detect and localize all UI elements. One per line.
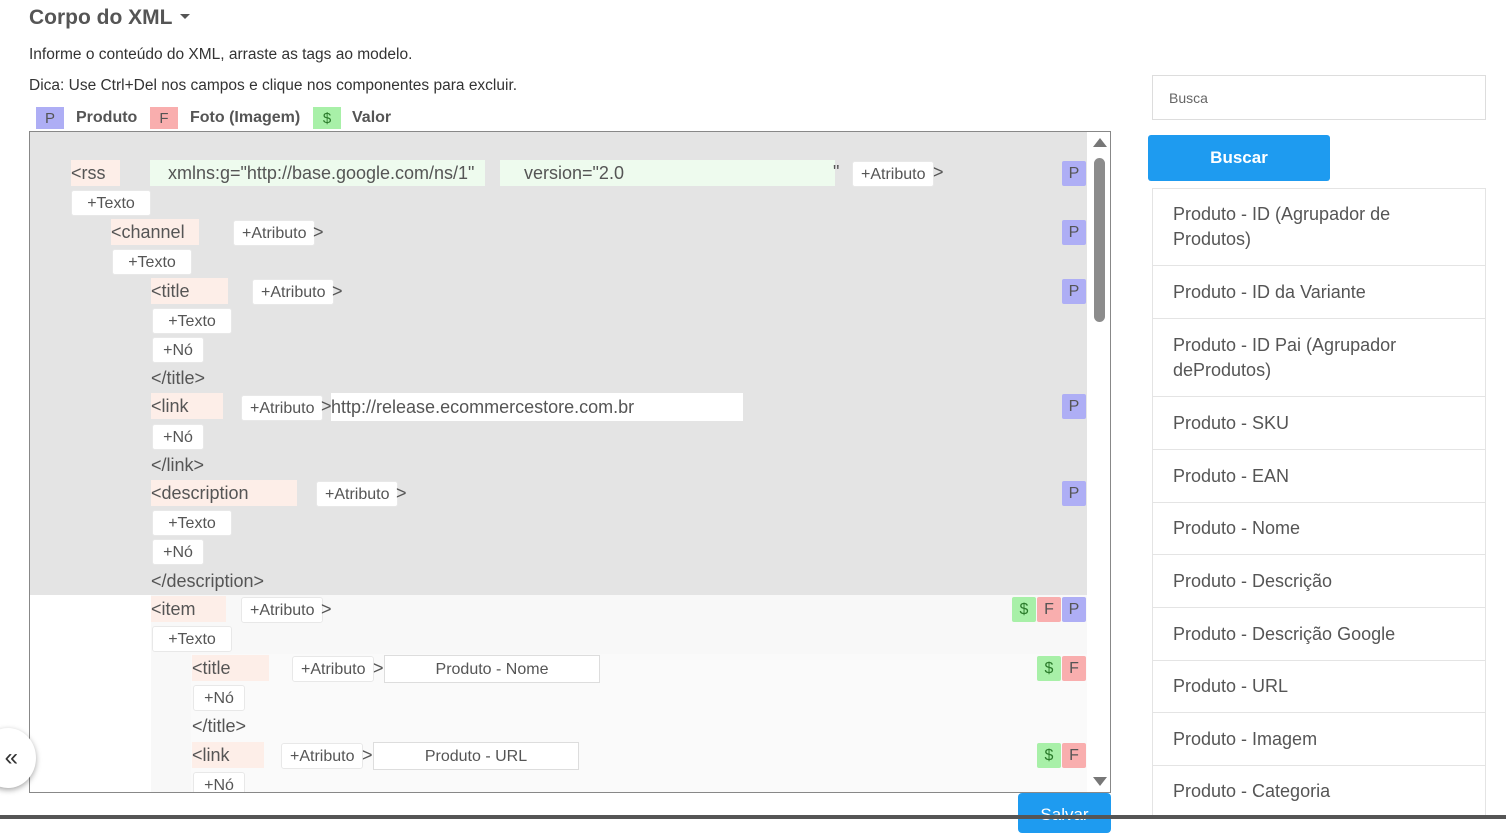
link-add-node-button[interactable]: +Nó <box>152 424 204 450</box>
rss-attr-xmlns[interactable]: xmlns:g="http://base.google.com/ns/1" <box>150 160 485 186</box>
link-value-field[interactable]: http://release.ecommercestore.com.br <box>331 393 743 421</box>
item-link-tag[interactable]: <link <box>192 742 268 768</box>
rss-attr-version[interactable]: version="2.0 <box>500 160 835 186</box>
item-link-add-node-button[interactable]: +Nó <box>193 772 245 792</box>
item-link-foto-badge[interactable]: F <box>1062 743 1086 768</box>
legend-foto-badge: F <box>150 107 178 129</box>
hint-text: Dica: Use Ctrl+Del nos campos e clique n… <box>29 77 518 94</box>
title-tag[interactable]: <title <box>151 278 232 304</box>
item-add-text-button[interactable]: +Texto <box>152 626 232 652</box>
list-item[interactable]: Produto - Nome <box>1152 503 1486 555</box>
title-add-text-button[interactable]: +Texto <box>152 308 232 334</box>
item-title-gt: > <box>373 658 384 678</box>
link-close-tag: </link> <box>151 455 205 475</box>
link-gt: > <box>321 396 332 416</box>
item-tag[interactable]: <item <box>151 596 230 622</box>
item-link-valor-badge[interactable]: $ <box>1037 743 1061 768</box>
description-tag[interactable]: <description <box>151 480 301 506</box>
rss-quote: " <box>833 162 840 182</box>
title-close-tag: </title> <box>151 368 206 388</box>
link-tag[interactable]: <link <box>151 393 227 419</box>
caret-down-icon[interactable] <box>180 13 191 19</box>
title-produto-badge[interactable]: P <box>1062 279 1086 304</box>
item-title-value-field[interactable]: Produto - Nome <box>384 655 600 683</box>
save-button[interactable]: Salvar <box>1018 793 1111 833</box>
description-produto-badge[interactable]: P <box>1062 481 1086 506</box>
list-item[interactable]: Produto - Descrição Google <box>1152 608 1486 661</box>
rss-produto-badge[interactable]: P <box>1062 161 1086 186</box>
item-produto-badge[interactable]: P <box>1062 597 1086 622</box>
legend-foto-label: Foto (Imagem) <box>190 109 301 126</box>
info-text: Informe o conteúdo do XML, arraste as ta… <box>29 46 413 63</box>
channel-produto-badge[interactable]: P <box>1062 220 1086 245</box>
item-foto-badge[interactable]: F <box>1037 597 1061 622</box>
list-item[interactable]: Produto - Descrição <box>1152 555 1486 608</box>
item-title-add-attribute-button[interactable]: +Atributo <box>292 656 375 682</box>
rss-gt: > <box>933 162 944 182</box>
rss-add-text-button[interactable]: +Texto <box>71 190 151 216</box>
title-add-attribute-button[interactable]: +Atributo <box>252 279 335 305</box>
channel-tag[interactable]: <channel <box>111 219 203 245</box>
link-produto-badge[interactable]: P <box>1062 394 1086 419</box>
item-link-gt: > <box>362 745 373 765</box>
title-add-node-button[interactable]: +Nó <box>152 337 204 363</box>
list-item[interactable]: Produto - URL <box>1152 661 1486 713</box>
item-valor-badge[interactable]: $ <box>1012 597 1036 622</box>
search-input[interactable] <box>1152 75 1486 120</box>
legend-valor-label: Valor <box>352 109 392 126</box>
list-item[interactable]: Produto - EAN <box>1152 450 1486 503</box>
legend-produto-label: Produto <box>76 109 138 126</box>
list-item[interactable]: Produto - Categoria <box>1152 766 1486 818</box>
channel-add-attribute-button[interactable]: +Atributo <box>233 220 316 246</box>
link-add-attribute-button[interactable]: +Atributo <box>241 395 324 421</box>
list-item[interactable]: Produto - ID Pai (Agrupador deProdutos) <box>1152 319 1486 397</box>
bottom-border <box>0 815 1506 819</box>
scroll-thumb[interactable] <box>1094 158 1105 322</box>
list-item[interactable]: Produto - ID da Variante <box>1152 266 1486 319</box>
search-button[interactable]: Buscar <box>1148 135 1330 181</box>
item-title-close-tag: </title> <box>192 716 247 736</box>
legend-valor-badge: $ <box>313 107 341 129</box>
title-gt: > <box>332 281 343 301</box>
xml-editor[interactable]: <rss xmlns:g="http://base.google.com/ns/… <box>29 131 1111 793</box>
tag-list: Produto - ID (Agrupador de Produtos) Pro… <box>1152 188 1486 818</box>
scroll-down-arrow-icon[interactable] <box>1093 777 1107 786</box>
description-gt: > <box>396 483 407 503</box>
channel-add-text-button[interactable]: +Texto <box>112 249 192 275</box>
scroll-up-arrow-icon[interactable] <box>1093 138 1107 147</box>
rss-tag[interactable]: <rss <box>71 160 124 186</box>
double-chevron-left-icon: « <box>4 744 18 771</box>
description-close-tag: </description> <box>151 571 265 591</box>
editor-scrollbar[interactable] <box>1088 132 1110 792</box>
rss-add-attribute-button[interactable]: +Atributo <box>852 161 935 187</box>
item-link-value-field[interactable]: Produto - URL <box>373 742 579 770</box>
item-gt: > <box>321 599 332 619</box>
list-item[interactable]: Produto - ID (Agrupador de Produtos) <box>1152 188 1486 266</box>
item-title-valor-badge[interactable]: $ <box>1037 656 1061 681</box>
list-item[interactable]: Produto - Imagem <box>1152 713 1486 766</box>
item-title-foto-badge[interactable]: F <box>1062 656 1086 681</box>
description-add-attribute-button[interactable]: +Atributo <box>316 481 399 507</box>
legend-produto-badge: P <box>36 107 64 129</box>
item-add-attribute-button[interactable]: +Atributo <box>241 597 324 623</box>
description-add-node-button[interactable]: +Nó <box>152 539 204 565</box>
channel-gt: > <box>313 222 324 242</box>
item-title-add-node-button[interactable]: +Nó <box>193 685 245 711</box>
list-item[interactable]: Produto - SKU <box>1152 397 1486 450</box>
item-link-add-attribute-button[interactable]: +Atributo <box>281 743 364 769</box>
description-add-text-button[interactable]: +Texto <box>152 510 232 536</box>
section-title[interactable]: Corpo do XML <box>29 6 191 30</box>
item-title-tag[interactable]: <title <box>192 655 273 681</box>
section-title-text: Corpo do XML <box>29 6 173 29</box>
